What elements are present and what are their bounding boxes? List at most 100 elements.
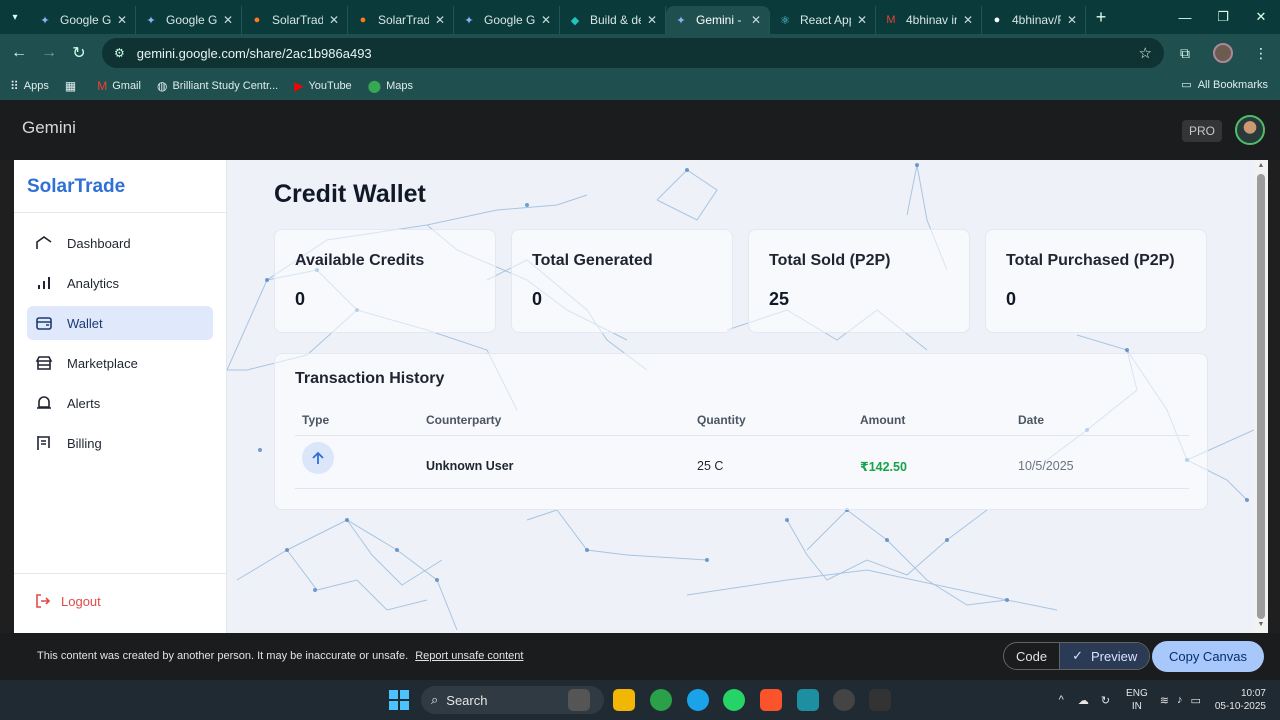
home-icon: [35, 234, 53, 252]
chatgpt-icon[interactable]: [833, 689, 855, 711]
close-window-icon[interactable]: ✕: [1242, 0, 1280, 34]
close-icon[interactable]: ✕: [751, 13, 761, 27]
window-controls: — ❐ ✕: [1166, 0, 1280, 34]
close-icon[interactable]: ✕: [329, 13, 339, 27]
language-indicator[interactable]: ENG IN: [1126, 687, 1148, 713]
browser-tab[interactable]: ◆ Build & de ✕: [560, 6, 666, 34]
cell-counterparty: Unknown User: [426, 459, 514, 473]
new-tab-button[interactable]: +: [1086, 7, 1116, 28]
fire-icon: ●: [359, 14, 367, 26]
scrollbar[interactable]: ▲ ▼: [1254, 160, 1268, 633]
globe-icon: ◍: [156, 79, 168, 93]
brand-logo[interactable]: SolarTrade: [27, 176, 125, 198]
column-header-type: Type: [302, 413, 330, 427]
forward-icon[interactable]: →: [34, 38, 64, 68]
close-icon[interactable]: ✕: [435, 13, 445, 27]
tab-title: Build & de: [590, 13, 641, 27]
chrome-icon[interactable]: [650, 689, 672, 711]
address-bar[interactable]: ⚙ gemini.google.com/share/2ac1b986a493 ☆: [102, 38, 1164, 68]
profile-icon[interactable]: [1204, 43, 1242, 63]
close-icon[interactable]: ✕: [223, 13, 233, 27]
browser-tab-active[interactable]: ✦ Gemini - R ✕: [666, 6, 770, 34]
all-bookmarks-label: All Bookmarks: [1197, 78, 1268, 91]
maximize-icon[interactable]: ❐: [1204, 0, 1242, 34]
reload-icon[interactable]: ↻: [64, 38, 94, 68]
column-header-counterparty: Counterparty: [426, 413, 502, 427]
tab-groups-icon: ▦: [64, 79, 77, 93]
extensions-icon[interactable]: ⧉: [1166, 45, 1204, 62]
all-bookmarks[interactable]: ▭ All Bookmarks: [1181, 78, 1268, 92]
sidebar-item-analytics[interactable]: Analytics: [27, 266, 213, 300]
bookmark-label: Maps: [386, 80, 414, 92]
preview-label: Preview: [1090, 648, 1138, 664]
avatar[interactable]: [1235, 115, 1265, 145]
bookmark-gmail[interactable]: M Gmail: [97, 79, 141, 93]
divider: [295, 488, 1189, 489]
bookmark-apps[interactable]: ⠿ Apps: [10, 79, 49, 93]
sidebar-item-marketplace[interactable]: Marketplace: [27, 346, 213, 380]
brave-icon[interactable]: [760, 689, 782, 711]
site-info-icon[interactable]: ⚙: [114, 46, 125, 60]
sidebar-item-label: Wallet: [67, 315, 103, 331]
browser-tab[interactable]: ● SolarTrade ✕: [348, 6, 454, 34]
scrollbar-thumb[interactable]: [1257, 174, 1265, 619]
clock[interactable]: 10:07 05-10-2025: [1215, 687, 1266, 713]
sidebar-item-billing[interactable]: Billing: [27, 426, 213, 460]
tab-search-button[interactable]: ▾: [0, 0, 30, 34]
terminal-icon[interactable]: [869, 689, 891, 711]
close-icon[interactable]: ✕: [541, 13, 551, 27]
close-icon[interactable]: ✕: [857, 13, 867, 27]
stat-value: 0: [532, 289, 543, 309]
sync-icon[interactable]: ↻: [1101, 694, 1110, 707]
browser-tab[interactable]: ● 4bhinav/R ✕: [982, 6, 1086, 34]
close-icon[interactable]: ✕: [1067, 13, 1077, 27]
close-icon[interactable]: ✕: [117, 13, 127, 27]
bookmarks-bar: ⠿ Apps ▦ M Gmail ◍ Brilliant Study Centr...…: [0, 72, 1280, 100]
bookmark-star-icon[interactable]: ☆: [1139, 44, 1152, 62]
close-icon[interactable]: ✕: [647, 13, 657, 27]
bookmark-tab-groups[interactable]: ▦: [65, 79, 81, 93]
cell-amount: ₹142.50: [860, 460, 907, 474]
back-icon[interactable]: ←: [4, 38, 34, 68]
file-explorer-icon[interactable]: [613, 689, 635, 711]
browser-tab[interactable]: M 4bhinav in ✕: [876, 6, 982, 34]
volume-icon[interactable]: ♪: [1177, 694, 1183, 706]
cloud-icon[interactable]: ☁: [1078, 694, 1089, 707]
battery-icon[interactable]: ▭: [1190, 694, 1200, 707]
stat-label: Total Generated: [532, 252, 653, 269]
browser-tab[interactable]: ● SolarTrade ✕: [242, 6, 348, 34]
sidebar-item-dashboard[interactable]: Dashboard: [27, 226, 213, 260]
scroll-down-icon[interactable]: ▼: [1257, 621, 1265, 628]
gemini-title[interactable]: Gemini: [22, 118, 76, 138]
pro-badge: PRO: [1181, 120, 1222, 142]
app-icon-widget[interactable]: [568, 689, 590, 711]
logout-button[interactable]: Logout: [35, 593, 101, 609]
minimize-icon[interactable]: —: [1166, 0, 1204, 34]
edge-icon[interactable]: [687, 689, 709, 711]
scroll-up-icon[interactable]: ▲: [1257, 162, 1265, 169]
copy-canvas-button[interactable]: Copy Canvas: [1152, 641, 1264, 672]
bookmark-maps[interactable]: ⬤ Maps: [368, 79, 413, 93]
report-link[interactable]: Report unsafe content: [415, 650, 523, 662]
disclaimer-text: This content was created by another pers…: [37, 650, 409, 662]
wifi-icon[interactable]: ≋: [1160, 694, 1169, 707]
close-icon[interactable]: ✕: [963, 13, 973, 27]
windows-start-icon[interactable]: [389, 690, 409, 710]
column-header-amount: Amount: [860, 413, 906, 427]
menu-icon[interactable]: ⋮: [1242, 45, 1280, 62]
bookmark-youtube[interactable]: ▶ YouTube: [294, 79, 351, 93]
arduino-icon[interactable]: [797, 689, 819, 711]
chevron-up-icon[interactable]: ^: [1059, 694, 1064, 706]
whatsapp-icon[interactable]: [723, 689, 745, 711]
sidebar-item-wallet[interactable]: Wallet: [27, 306, 213, 340]
browser-toolbar: ← → ↻ ⚙ gemini.google.com/share/2ac1b986…: [0, 34, 1280, 72]
browser-tab[interactable]: ✦ Google Ge ✕: [136, 6, 242, 34]
tab-title: Google Ge: [166, 13, 217, 27]
browser-tab[interactable]: ✦ Google Ge ✕: [30, 6, 136, 34]
preview-button[interactable]: ✓ Preview: [1059, 643, 1150, 669]
bookmark-brilliant[interactable]: ◍ Brilliant Study Centr...: [157, 79, 278, 93]
browser-tab[interactable]: ⚛ React App ✕: [770, 6, 876, 34]
code-button[interactable]: Code: [1004, 643, 1059, 669]
sidebar-item-alerts[interactable]: Alerts: [27, 386, 213, 420]
browser-tab[interactable]: ✦ Google Ge ✕: [454, 6, 560, 34]
